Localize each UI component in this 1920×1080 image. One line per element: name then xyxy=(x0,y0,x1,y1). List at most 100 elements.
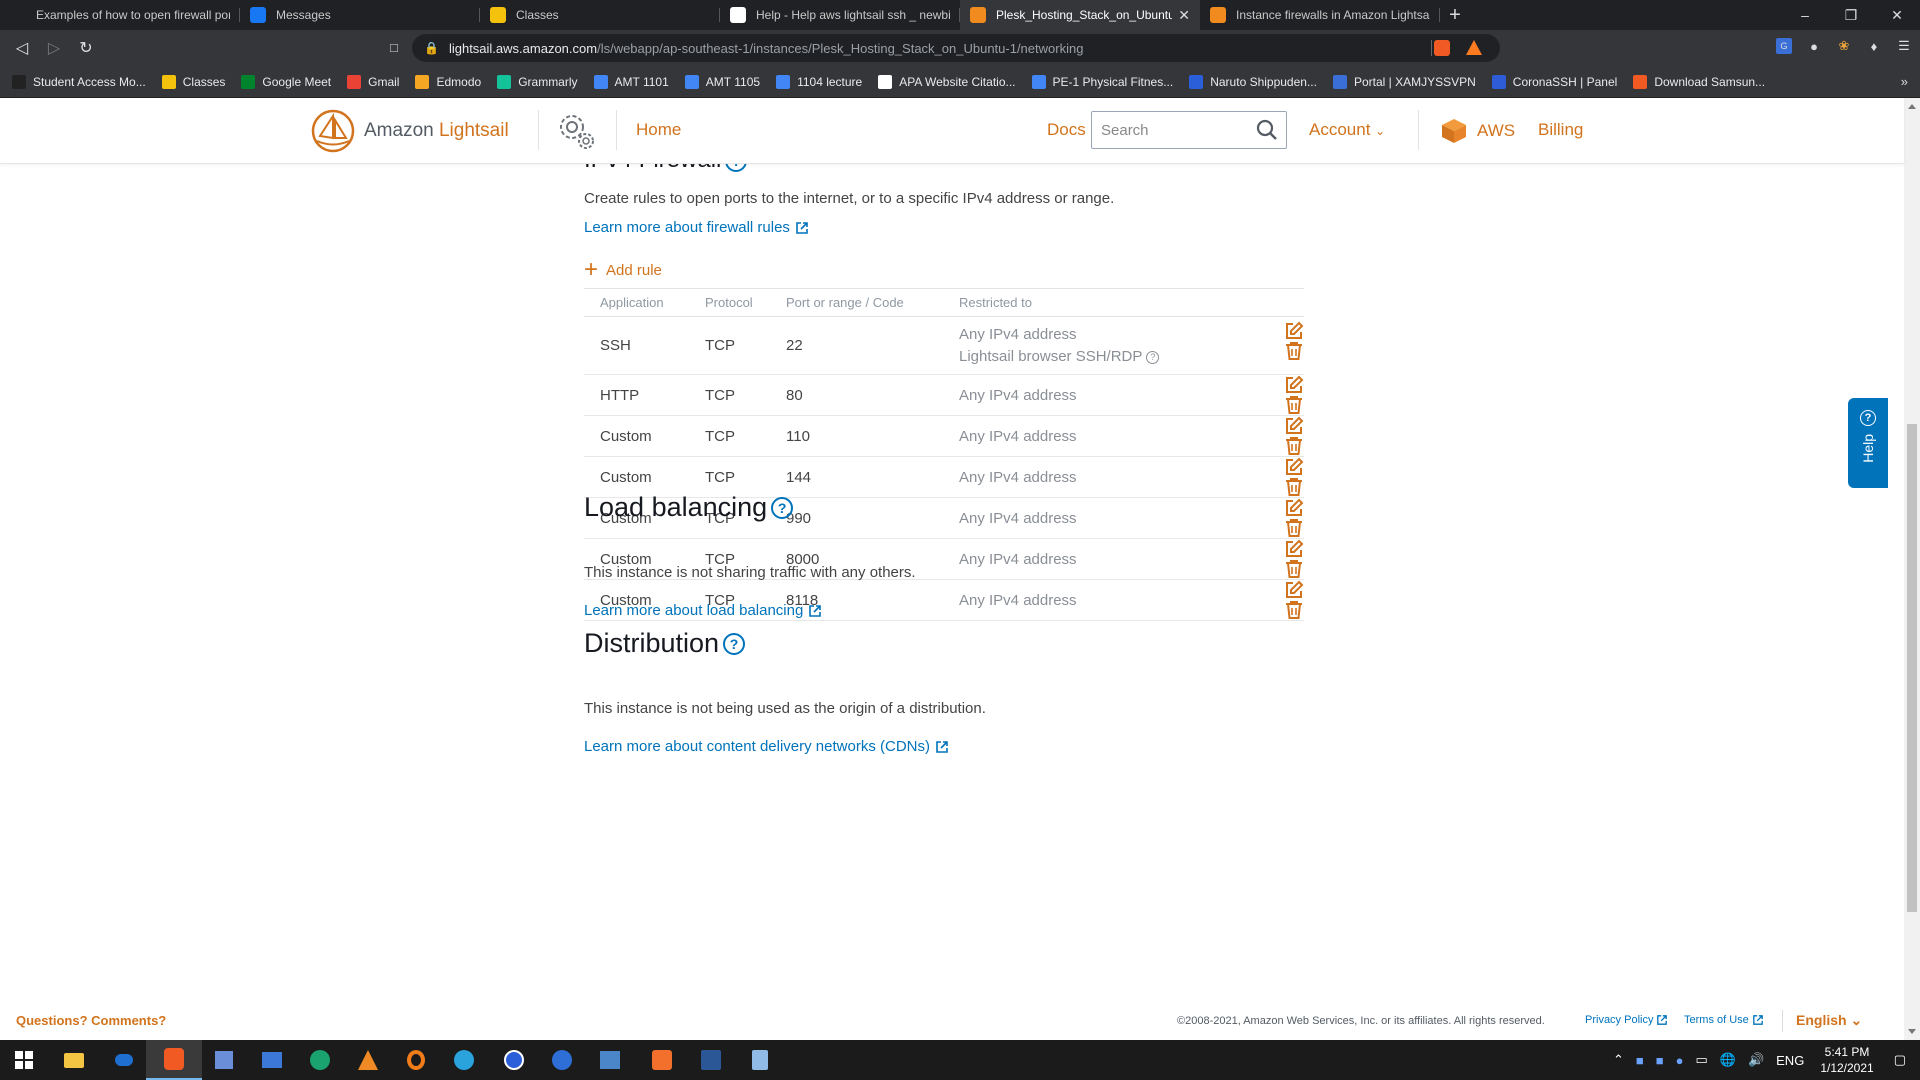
delete-icon[interactable] xyxy=(1284,341,1304,361)
bookmark-item[interactable]: APA Website Citatio... xyxy=(878,74,1016,89)
scroll-up-icon[interactable] xyxy=(1908,104,1916,109)
delete-icon[interactable] xyxy=(1284,518,1304,538)
browser-tab[interactable]: Messages xyxy=(240,0,480,30)
word-icon[interactable] xyxy=(697,1046,725,1074)
edit-icon[interactable] xyxy=(1284,539,1304,559)
home-link[interactable]: Home xyxy=(636,120,681,140)
browser-tab[interactable]: Plesk_Hosting_Stack_on_Ubuntu-1 ✕ xyxy=(960,0,1200,30)
questions-comments-link[interactable]: Questions? Comments? xyxy=(16,1013,166,1028)
delete-icon[interactable] xyxy=(1284,395,1304,415)
edit-icon[interactable] xyxy=(1284,580,1304,600)
learn-load-balancing-link[interactable]: Learn more about load balancing xyxy=(584,602,822,619)
firewall-help-icon[interactable]: ? xyxy=(725,164,748,172)
edge-icon[interactable] xyxy=(306,1046,334,1074)
help-panel-tab[interactable]: ? Help xyxy=(1848,398,1888,488)
settings-gear-icon[interactable] xyxy=(552,108,600,154)
bookmark-item[interactable]: Portal | XAMJYSSVPN xyxy=(1332,74,1476,89)
notepad-icon[interactable] xyxy=(746,1046,774,1074)
bookmark-item[interactable]: Edmodo xyxy=(415,74,481,89)
bookmark-item[interactable]: Gmail xyxy=(347,74,399,89)
bookmark-item[interactable]: PE-1 Physical Fitnes... xyxy=(1031,74,1173,89)
browser-tab[interactable]: Classes xyxy=(480,0,720,30)
vpn-app-icon[interactable] xyxy=(500,1046,528,1074)
bookmark-page-icon[interactable]: □ xyxy=(390,40,398,55)
edit-icon[interactable] xyxy=(1284,498,1304,518)
bookmark-item[interactable]: Naruto Shippuden... xyxy=(1189,74,1317,89)
browser-tab[interactable]: Instance firewalls in Amazon Lightsail xyxy=(1200,0,1440,30)
terms-of-use-link[interactable]: Terms of Use xyxy=(1684,1014,1763,1026)
opera-icon[interactable] xyxy=(402,1046,430,1074)
wallet-extension-icon[interactable]: ● xyxy=(1806,38,1822,54)
forward-icon[interactable]: ▷ xyxy=(38,33,70,63)
tray-app-icon[interactable]: ■ xyxy=(1636,1053,1644,1068)
windows-start-icon[interactable] xyxy=(10,1046,38,1074)
bookmark-item[interactable]: 1104 lecture xyxy=(776,74,862,89)
input-language[interactable]: ENG xyxy=(1776,1053,1804,1068)
cortana-icon[interactable] xyxy=(110,1046,138,1074)
cookie-extension-icon[interactable]: ❀ xyxy=(1836,38,1852,54)
bookmark-item[interactable]: Student Access Mo... xyxy=(12,74,146,89)
brave-rewards-icon[interactable] xyxy=(1466,40,1482,55)
docs-link[interactable]: Docs xyxy=(1047,120,1086,140)
bookmark-item[interactable]: Grammarly xyxy=(497,74,578,89)
network-tool-icon[interactable] xyxy=(596,1046,624,1074)
bookmark-item[interactable]: CoronaSSH | Panel xyxy=(1491,74,1617,89)
back-icon[interactable]: ◁ xyxy=(6,33,38,63)
translate-extension-icon[interactable]: G xyxy=(1776,38,1792,54)
reload-icon[interactable]: ↻ xyxy=(70,33,102,63)
lightsail-logo[interactable]: Amazon Lightsail xyxy=(308,108,509,154)
browser-tab[interactable]: Examples of how to open firewall port xyxy=(0,0,240,30)
chevron-up-icon[interactable]: ⌃ xyxy=(1613,1052,1624,1068)
xampp-icon[interactable] xyxy=(648,1046,676,1074)
network-globe-icon[interactable]: 🌐 xyxy=(1720,1052,1736,1068)
volume-icon[interactable]: 🔊 xyxy=(1748,1052,1764,1068)
learn-cdn-link[interactable]: Learn more about content delivery networ… xyxy=(584,738,948,755)
close-window-icon[interactable]: ✕ xyxy=(1874,0,1920,30)
billing-link[interactable]: Billing xyxy=(1538,120,1583,140)
minimize-icon[interactable]: – xyxy=(1782,0,1828,30)
url-bar[interactable]: 🔒 lightsail.aws.amazon.com/ls/webapp/ap-… xyxy=(412,34,1500,62)
search-input[interactable] xyxy=(1092,112,1242,148)
browser-tab[interactable]: Help - Help aws lightsail ssh _ newbie xyxy=(720,0,960,30)
pen-app-icon[interactable] xyxy=(548,1046,576,1074)
extensions-puzzle-icon[interactable]: ♦ xyxy=(1866,38,1882,54)
delete-icon[interactable] xyxy=(1284,559,1304,579)
page-scrollbar[interactable] xyxy=(1904,98,1920,1040)
search-icon[interactable] xyxy=(1256,119,1278,141)
add-rule-button[interactable]: + Add rule xyxy=(584,258,662,282)
scrollbar-thumb[interactable] xyxy=(1907,424,1917,912)
edit-icon[interactable] xyxy=(1284,375,1304,395)
new-tab-button[interactable]: + xyxy=(1440,0,1470,30)
vlc-icon[interactable] xyxy=(354,1046,382,1074)
restore-icon[interactable]: ❐ xyxy=(1828,0,1874,30)
network-app-icon[interactable] xyxy=(210,1046,238,1074)
bookmark-item[interactable]: Google Meet xyxy=(241,74,331,89)
load-balancing-help-icon[interactable]: ? xyxy=(771,496,794,519)
browser-ssh-help-icon[interactable]: ? xyxy=(1146,350,1160,364)
tray-app-icon[interactable]: ■ xyxy=(1656,1053,1664,1068)
remote-desktop-icon[interactable] xyxy=(258,1046,286,1074)
account-menu[interactable]: Account ⌄ xyxy=(1309,120,1385,140)
telegram-icon[interactable] xyxy=(450,1046,478,1074)
edit-icon[interactable] xyxy=(1284,321,1304,341)
learn-firewall-rules-link[interactable]: Learn more about firewall rules xyxy=(584,219,808,236)
browser-menu-icon[interactable]: ☰ xyxy=(1896,38,1912,54)
distribution-help-icon[interactable]: ? xyxy=(723,632,746,655)
bookmark-item[interactable]: Classes xyxy=(161,74,225,89)
bookmark-item[interactable]: AMT 1101 xyxy=(593,74,669,89)
more-bookmarks-icon[interactable]: » xyxy=(1901,74,1908,89)
brave-shields-icon[interactable] xyxy=(1434,40,1450,56)
edit-icon[interactable] xyxy=(1284,457,1304,477)
delete-icon[interactable] xyxy=(1284,436,1304,456)
privacy-policy-link[interactable]: Privacy Policy xyxy=(1585,1014,1668,1026)
delete-icon[interactable] xyxy=(1284,477,1304,497)
bookmark-item[interactable]: Download Samsun... xyxy=(1633,74,1765,89)
system-clock[interactable]: 5:41 PM 1/12/2021 xyxy=(1820,1044,1873,1076)
tray-vpn-icon[interactable]: ● xyxy=(1676,1053,1684,1068)
edit-icon[interactable] xyxy=(1284,416,1304,436)
aws-console-link[interactable]: AWS xyxy=(1441,118,1515,144)
close-tab-icon[interactable]: ✕ xyxy=(1178,7,1190,24)
language-selector[interactable]: English ⌄ xyxy=(1796,1012,1862,1029)
notification-center-icon[interactable]: ▢ xyxy=(1894,1052,1906,1068)
scroll-down-icon[interactable] xyxy=(1908,1029,1916,1034)
